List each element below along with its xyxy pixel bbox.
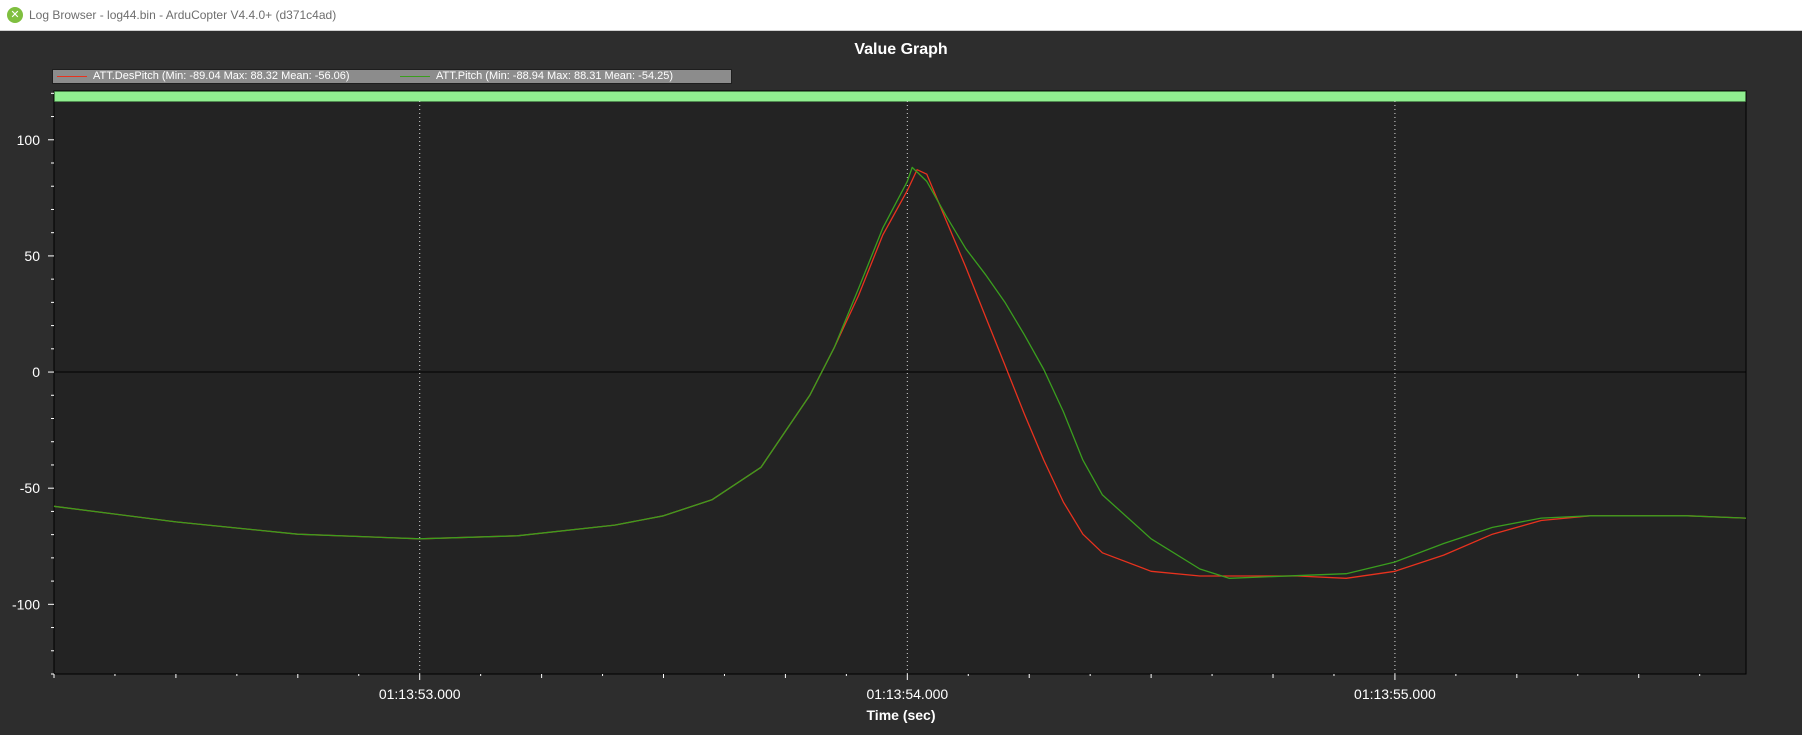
app-icon — [7, 7, 23, 23]
legend-label-despitch: ATT.DesPitch (Min: -89.04 Max: 88.32 Mea… — [93, 70, 350, 82]
y-tick-label: -100 — [12, 596, 40, 612]
x-tick-label: 01:13:53.000 — [379, 686, 461, 702]
x-axis-label: Time (sec) — [866, 707, 936, 723]
legend-item-pitch[interactable]: ATT.Pitch (Min: -88.94 Max: 88.31 Mean: … — [400, 70, 673, 83]
window-title: Log Browser - log44.bin - ArduCopter V4.… — [29, 8, 337, 22]
legend-item-despitch[interactable]: ATT.DesPitch (Min: -89.04 Max: 88.32 Mea… — [57, 70, 350, 83]
value-graph-chart[interactable]: 01:13:53.000 01:13:54.000 01:13:55.000 100 5… — [0, 31, 1802, 735]
graph-legend[interactable]: ATT.DesPitch (Min: -89.04 Max: 88.32 Mea… — [52, 69, 732, 84]
y-tick-label: 0 — [32, 364, 40, 380]
x-tick-label: 01:13:55.000 — [1354, 686, 1436, 702]
plot-area[interactable] — [53, 90, 1747, 675]
value-graph-panel[interactable]: 01:13:53.000 01:13:54.000 01:13:55.000 100 5… — [0, 31, 1802, 735]
y-tick-label: -50 — [20, 480, 40, 496]
window-titlebar: Log Browser - log44.bin - ArduCopter V4.… — [0, 0, 1802, 31]
mode-band — [54, 91, 1746, 102]
graph-title: Value Graph — [854, 41, 948, 58]
legend-label-pitch: ATT.Pitch (Min: -88.94 Max: 88.31 Mean: … — [436, 70, 674, 82]
legend-swatch-pitch — [400, 76, 430, 77]
y-tick-label: 100 — [17, 132, 41, 148]
legend-swatch-despitch — [57, 76, 87, 77]
x-tick-label: 01:13:54.000 — [866, 686, 948, 702]
y-tick-label: 50 — [24, 248, 40, 264]
